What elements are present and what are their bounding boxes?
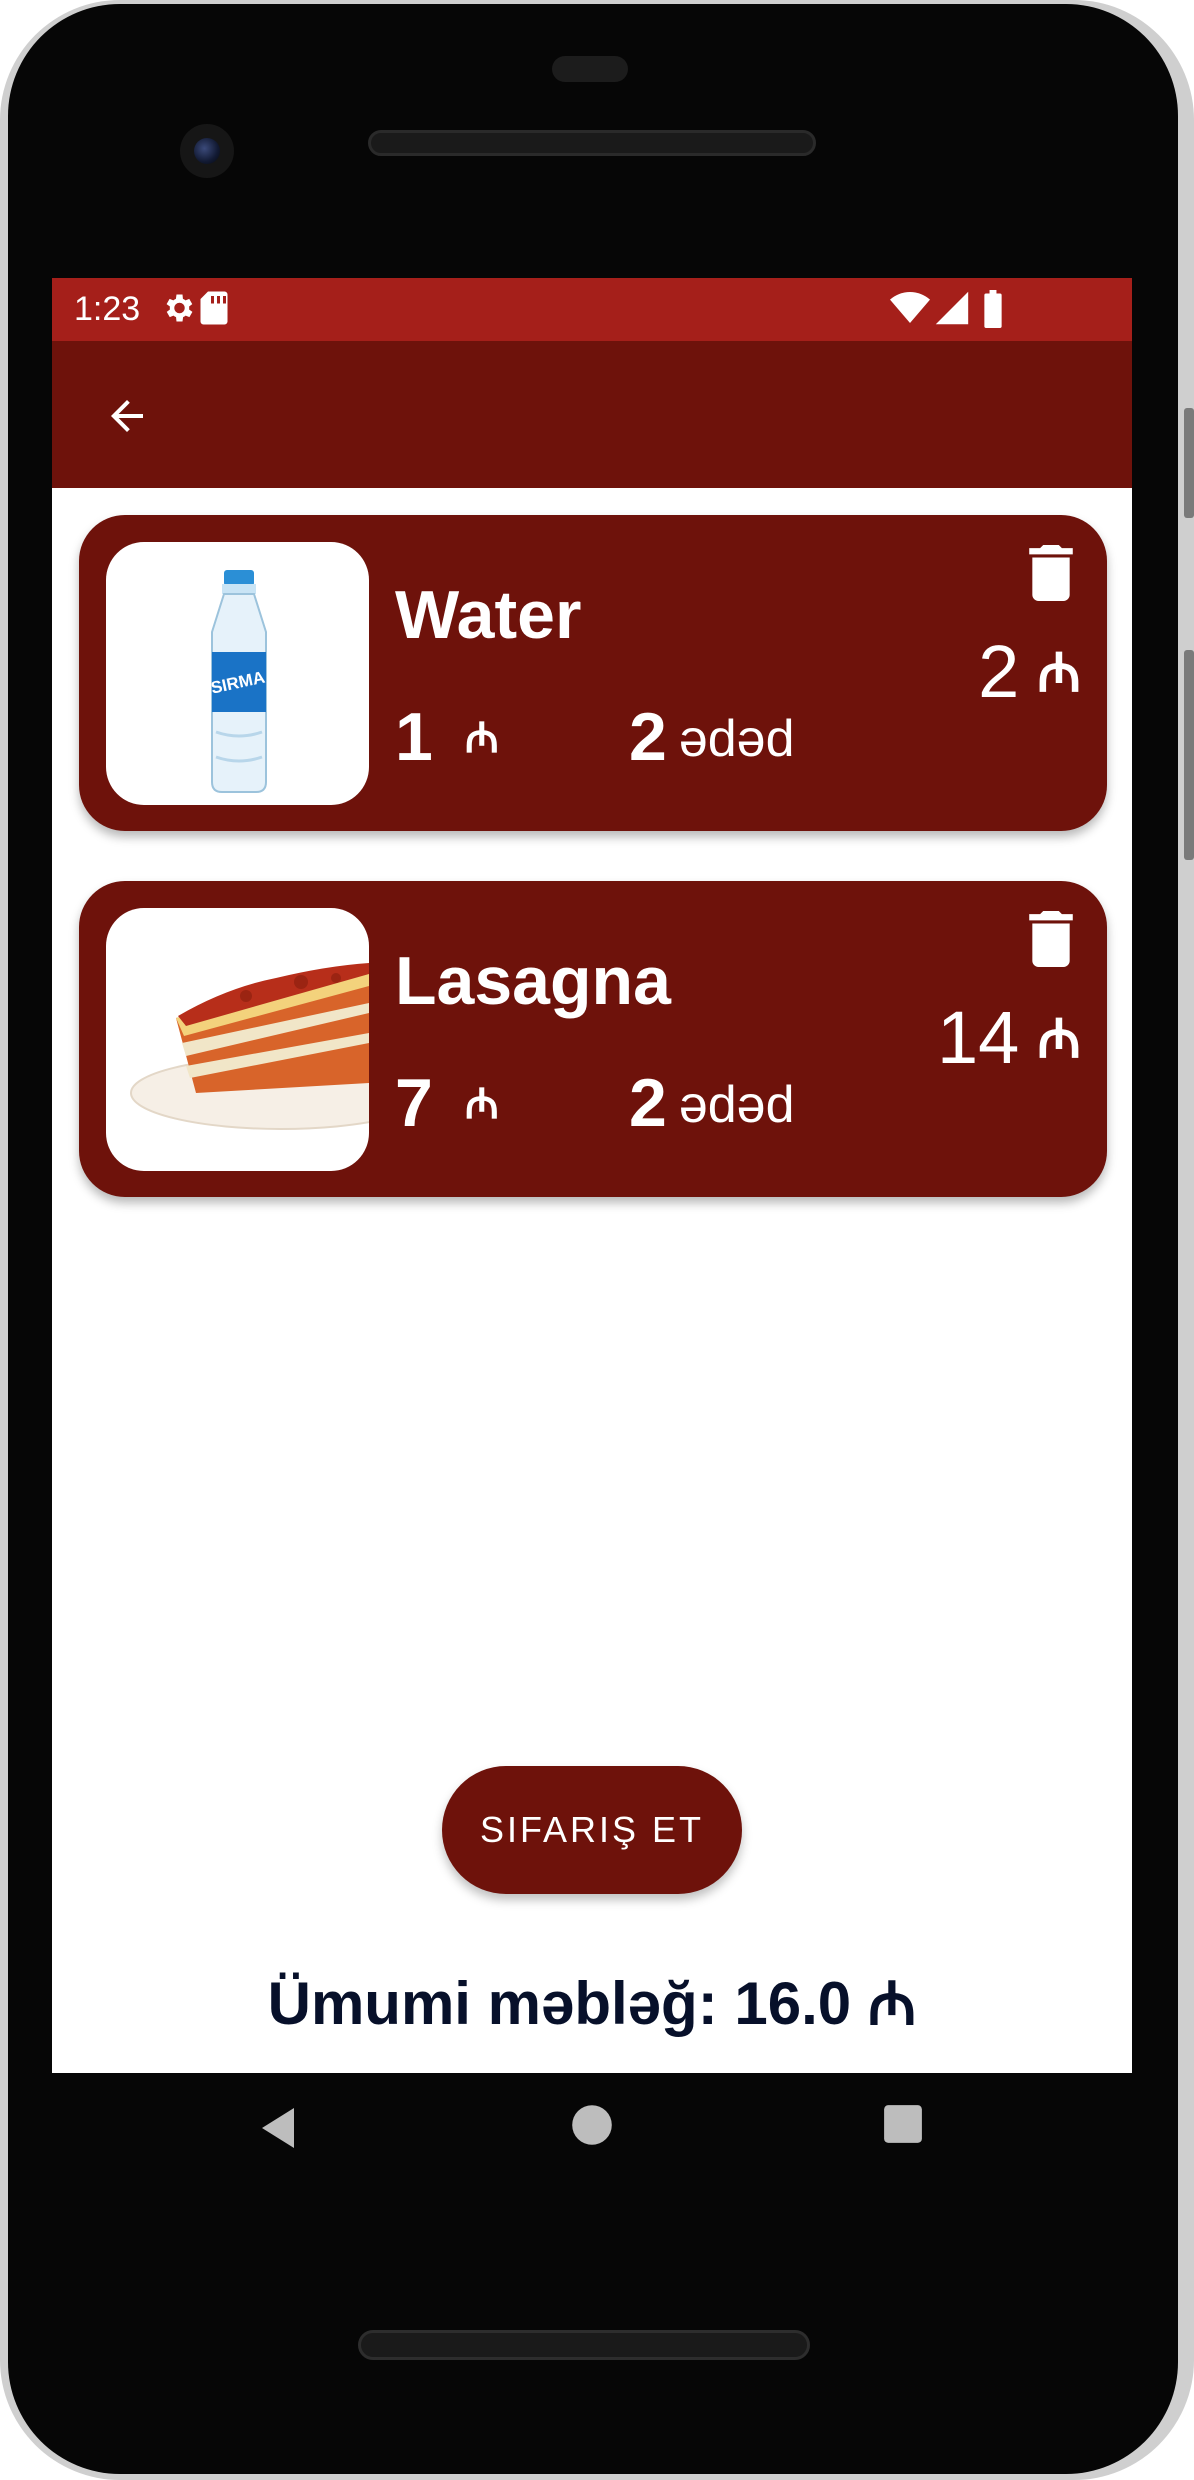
item-quantity: 2 ədəd	[629, 1063, 795, 1162]
order-total-text: Ümumi məbləğ: 16.0 ₼	[267, 1970, 917, 2037]
top-speaker-grill	[368, 130, 816, 156]
item-line-total: 14 ₼	[937, 993, 1081, 1084]
arrow-back-icon	[111, 400, 143, 432]
power-button	[1184, 408, 1194, 518]
place-order-button[interactable]: SIFARIŞ ET	[442, 1766, 742, 1894]
trash-icon[interactable]	[1029, 545, 1073, 601]
triangle-back-icon[interactable]	[258, 2103, 298, 2153]
line-total-value: 14	[936, 996, 1020, 1079]
unit-price-value: 1	[395, 699, 433, 775]
cart-item-card[interactable]: Lasagna 7 ₼ 2 ədəd 14 ₼	[79, 881, 1107, 1197]
earpiece	[552, 56, 628, 82]
quantity-unit: ədəd	[678, 710, 795, 768]
currency-symbol: ₼	[1037, 1009, 1081, 1069]
quantity-value: 2	[629, 699, 667, 775]
circle-home-icon[interactable]	[570, 2103, 614, 2147]
item-unit-price: 7 ₼	[395, 1063, 499, 1144]
square-recents-icon[interactable]	[882, 2103, 924, 2145]
currency-symbol: ₼	[464, 714, 499, 761]
battery-icon	[984, 290, 1002, 328]
currency-symbol: ₼	[464, 1080, 499, 1127]
volume-button	[1184, 650, 1194, 860]
cell-signal-icon	[935, 291, 969, 325]
status-time: 1:23	[74, 290, 141, 328]
lasagna-illustration	[130, 963, 369, 1130]
line-total-value: 2	[978, 630, 1020, 713]
lasagna-image	[106, 908, 369, 1171]
status-bar: 1:23	[52, 278, 1132, 341]
quantity-unit: ədəd	[678, 1076, 795, 1134]
bottom-speaker-grill	[358, 2330, 810, 2360]
back-button[interactable]	[92, 381, 162, 451]
front-camera-icon	[180, 124, 234, 178]
item-name: Lasagna	[395, 943, 671, 1019]
bottle-illustration: SIRMA	[209, 570, 267, 793]
item-unit-price: 1 ₼	[395, 697, 499, 778]
unit-price-value: 7	[395, 1065, 433, 1141]
item-line-total: 2 ₼	[978, 627, 1081, 718]
water-bottle-image: SIRMA	[106, 542, 369, 805]
quantity-value: 2	[629, 1065, 667, 1141]
gear-icon	[166, 294, 193, 322]
wifi-icon	[890, 292, 930, 323]
app-bar	[52, 341, 1132, 488]
currency-symbol: ₼	[1037, 643, 1081, 703]
system-nav-bar	[52, 2073, 1132, 2203]
trash-icon[interactable]	[1029, 911, 1073, 967]
item-quantity: 2 ədəd	[629, 697, 795, 796]
app-screen: 1:23 SIRMA Water 1 ₼ 2 ədəd 2 ₼ Lasagna …	[52, 278, 1132, 2073]
item-name: Water	[395, 577, 582, 653]
sd-card-icon	[200, 291, 228, 325]
cart-item-card[interactable]: SIRMA Water 1 ₼ 2 ədəd 2 ₼	[79, 515, 1107, 831]
